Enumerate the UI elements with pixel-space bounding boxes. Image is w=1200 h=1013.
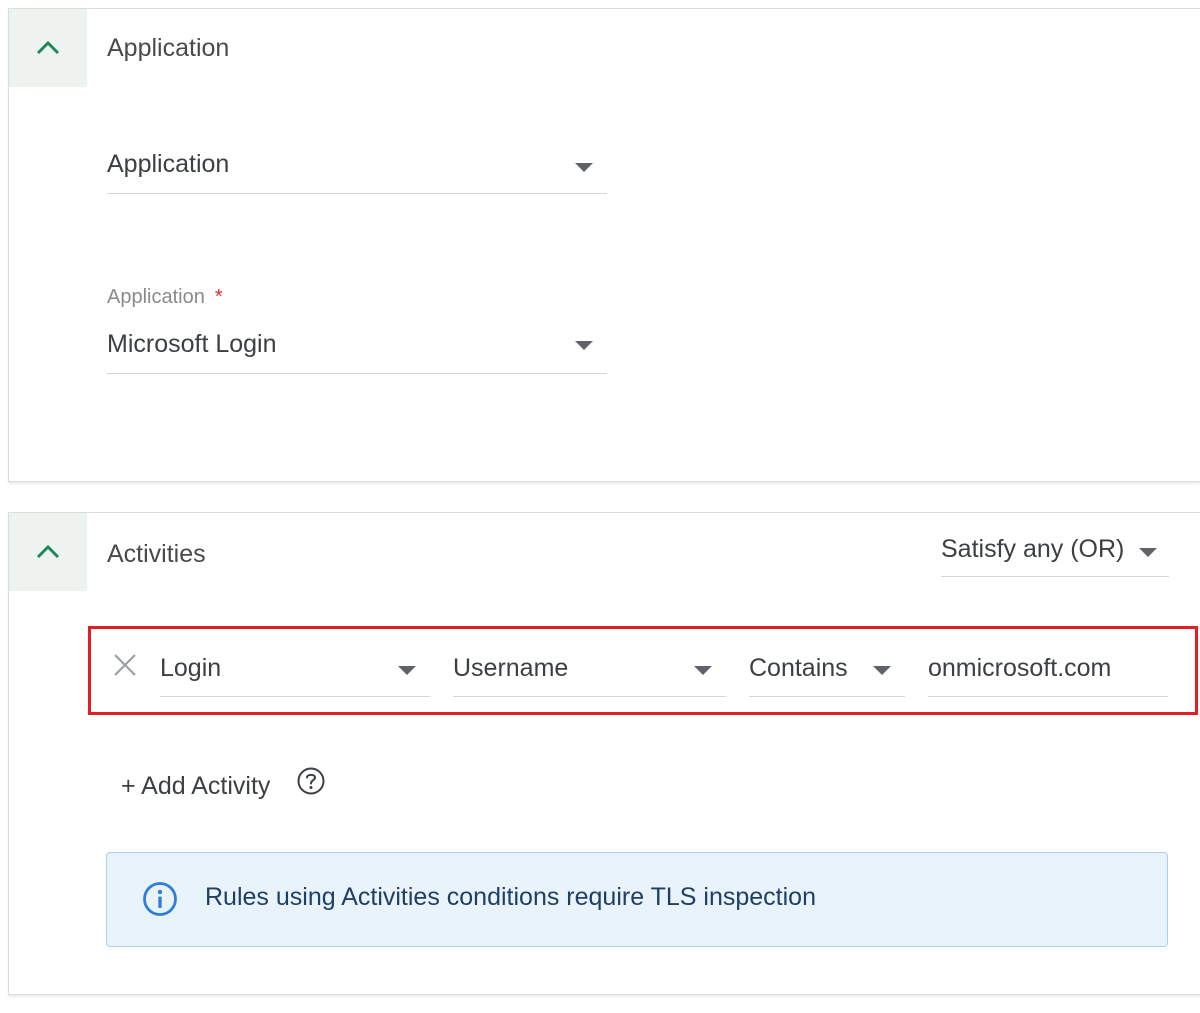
application-select[interactable]: Application * Microsoft Login	[107, 281, 607, 374]
application-select-label: Application *	[107, 286, 223, 308]
activity-type-value: Login	[160, 654, 222, 682]
tls-info-banner: Rules using Activities conditions requir…	[106, 852, 1168, 947]
application-type-select[interactable]: Application	[107, 129, 607, 194]
info-circle-icon	[143, 882, 177, 916]
help-circle-icon[interactable]	[296, 766, 326, 796]
activity-attribute-select[interactable]: Username	[453, 640, 726, 697]
caret-down-icon	[873, 666, 891, 675]
caret-down-icon	[398, 666, 416, 675]
activities-panel-title: Activities	[107, 540, 206, 568]
match-mode-value: Satisfy any (OR)	[941, 535, 1125, 563]
chevron-up-icon	[36, 40, 60, 55]
tls-info-text: Rules using Activities conditions requir…	[205, 883, 816, 911]
caret-down-icon	[694, 666, 712, 675]
application-collapse-button[interactable]	[9, 9, 87, 87]
match-mode-select[interactable]: Satisfy any (OR)	[941, 523, 1169, 577]
caret-down-icon	[575, 341, 593, 350]
activity-value-text: onmicrosoft.com	[928, 654, 1112, 682]
chevron-up-icon	[36, 544, 60, 559]
close-icon[interactable]	[112, 652, 138, 678]
activity-attribute-value: Username	[453, 654, 569, 682]
caret-down-icon	[1139, 548, 1157, 557]
application-panel-title: Application	[107, 34, 230, 62]
activity-value-input[interactable]: onmicrosoft.com	[928, 640, 1168, 697]
add-activity-button[interactable]: + Add Activity	[121, 772, 270, 801]
application-select-value: Microsoft Login	[107, 330, 277, 358]
caret-down-icon	[575, 163, 593, 172]
application-panel: Application Application Application * Mic…	[8, 8, 1200, 482]
activity-operator-select[interactable]: Contains	[749, 640, 905, 697]
activity-type-select[interactable]: Login	[160, 640, 430, 697]
required-mark: *	[214, 286, 223, 308]
activities-collapse-button[interactable]	[9, 513, 87, 591]
activity-operator-value: Contains	[749, 654, 848, 682]
application-type-value: Application	[107, 150, 230, 178]
